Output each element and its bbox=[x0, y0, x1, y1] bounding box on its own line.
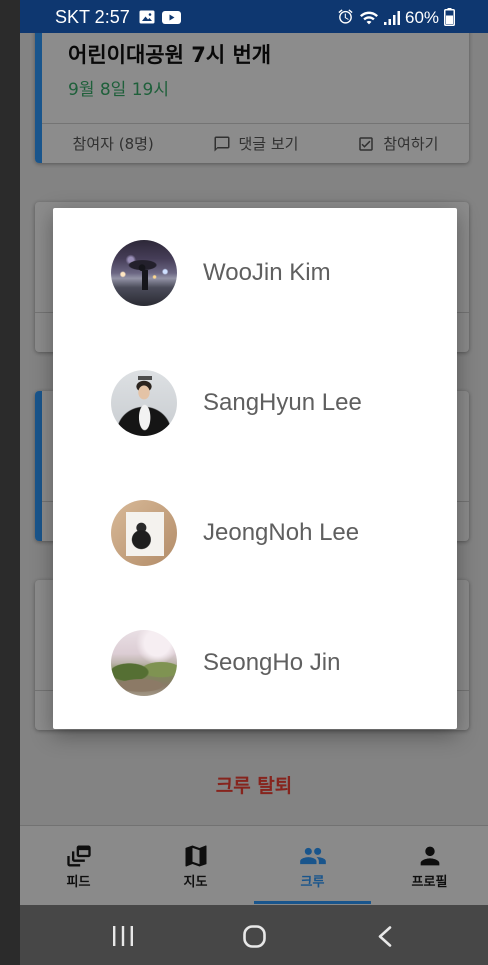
carrier-time: SKT 2:57 bbox=[55, 7, 130, 27]
member-name: SangHyun Lee bbox=[203, 389, 362, 416]
wifi-icon bbox=[360, 11, 378, 25]
back-icon[interactable] bbox=[377, 926, 393, 947]
member-avatar bbox=[111, 630, 177, 696]
alarm-icon bbox=[338, 9, 353, 24]
member-row[interactable]: SeongHo Jin bbox=[53, 598, 457, 728]
member-name: JeongNoh Lee bbox=[203, 519, 360, 546]
member-list-dialog: WooJin Kim SangHyun Lee JeongNoh Lee Seo… bbox=[53, 208, 457, 729]
system-nav-bar bbox=[20, 905, 488, 965]
member-row[interactable]: WooJin Kim bbox=[53, 208, 457, 338]
member-avatar bbox=[111, 240, 177, 306]
battery-icon bbox=[444, 8, 455, 26]
status-bar: SKT 2:57 60% bbox=[20, 0, 488, 33]
battery-level: 60% bbox=[405, 8, 440, 27]
home-icon[interactable] bbox=[243, 925, 266, 948]
recent-apps-icon[interactable] bbox=[112, 926, 134, 946]
gallery-icon bbox=[139, 10, 155, 24]
youtube-icon bbox=[162, 11, 181, 24]
member-row[interactable]: JeongNoh Lee bbox=[53, 468, 457, 598]
member-row[interactable]: SangHyun Lee bbox=[53, 338, 457, 468]
member-avatar bbox=[111, 370, 177, 436]
member-name: WooJin Kim bbox=[203, 259, 331, 286]
member-name: SeongHo Jin bbox=[203, 649, 341, 676]
member-avatar bbox=[111, 500, 177, 566]
screen-edge bbox=[0, 0, 20, 965]
signal-icon bbox=[384, 11, 400, 25]
